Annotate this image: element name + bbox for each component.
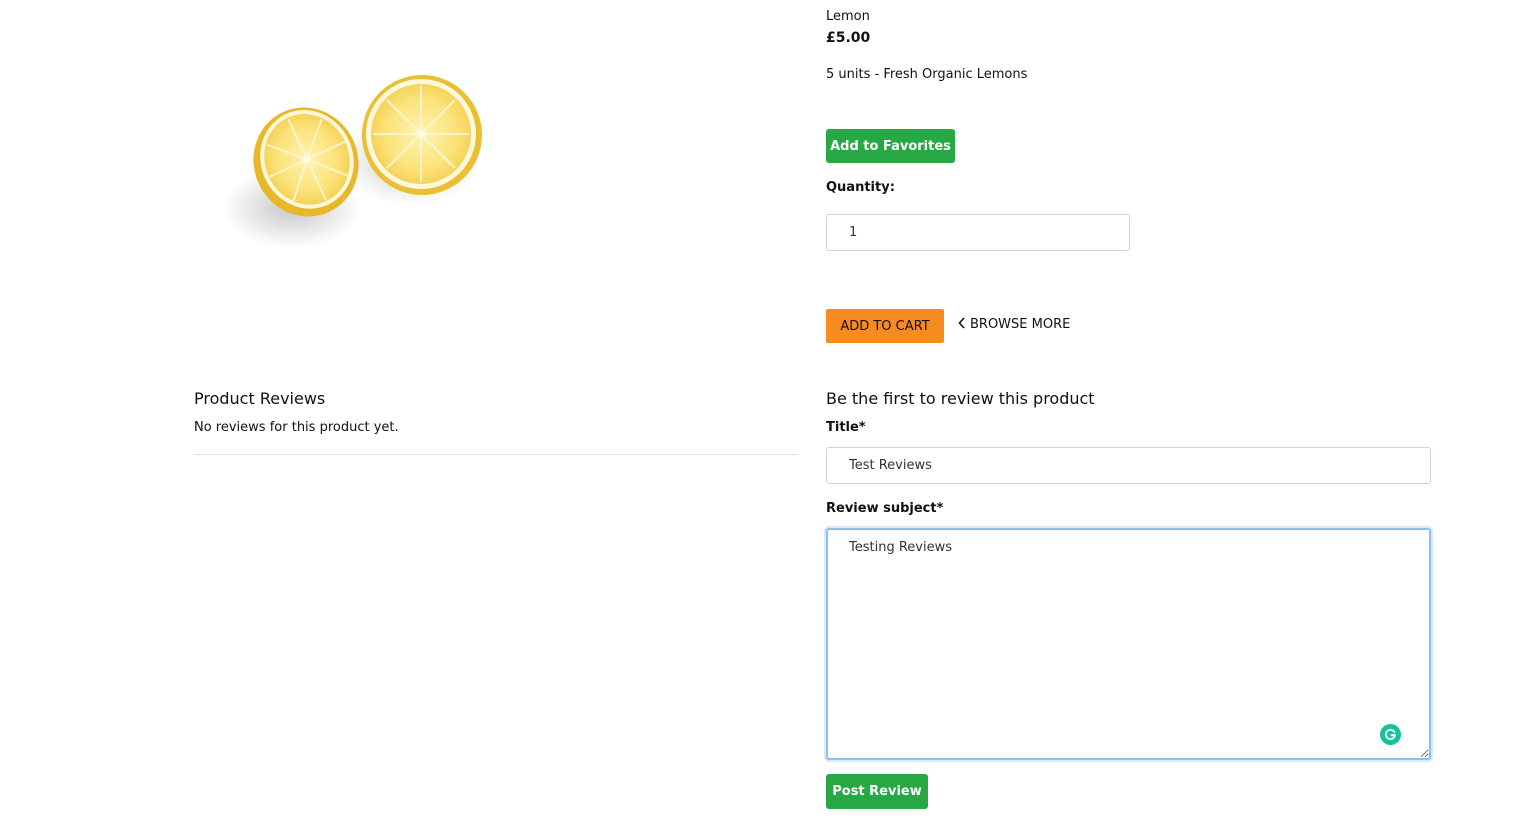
add-to-cart-button[interactable]: ADD TO CART: [826, 309, 944, 343]
product-image: [200, 50, 530, 290]
reviews-divider: [194, 454, 798, 455]
quantity-input[interactable]: [826, 214, 1130, 251]
product-description: 5 units - Fresh Organic Lemons: [826, 67, 1028, 82]
review-title-input[interactable]: [826, 447, 1431, 484]
product-detail-page: Lemon £5.00 5 units - Fresh Organic Lemo…: [0, 0, 1516, 818]
grammarly-icon[interactable]: [1380, 724, 1401, 745]
browse-more-label: BROWSE MORE: [970, 317, 1071, 332]
browse-more-link[interactable]: BROWSE MORE: [958, 317, 1070, 332]
quantity-label: Quantity:: [826, 180, 895, 195]
title-label: Title*: [826, 420, 866, 435]
post-review-button[interactable]: Post Review: [826, 774, 928, 809]
review-form-heading: Be the first to review this product: [826, 389, 1095, 408]
reviews-heading: Product Reviews: [194, 389, 326, 408]
product-price: £5.00: [826, 30, 871, 46]
lemon-halves-image: [222, 75, 482, 248]
chevron-left-icon: [958, 317, 966, 332]
review-subject-label: Review subject*: [826, 501, 944, 516]
add-to-favorites-button[interactable]: Add to Favorites: [826, 129, 955, 163]
review-subject-textarea[interactable]: Testing Reviews: [826, 528, 1431, 760]
product-name: Lemon: [826, 9, 870, 24]
no-reviews-text: No reviews for this product yet.: [194, 420, 399, 435]
